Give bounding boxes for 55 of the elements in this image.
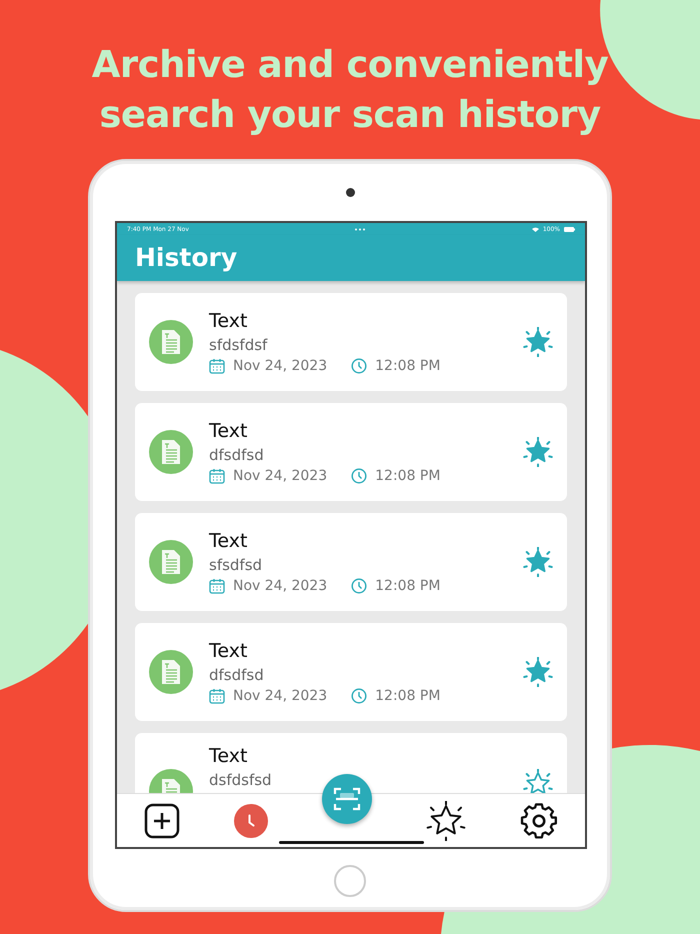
item-title: Text — [209, 308, 248, 334]
scan-icon — [333, 786, 361, 812]
headline: Archive and conveniently search your scan history — [90, 42, 610, 138]
plus-icon — [144, 802, 180, 838]
settings-tab[interactable] — [520, 802, 558, 840]
item-title: Text — [209, 638, 248, 664]
calendar-icon — [209, 688, 225, 704]
item-title: Text — [209, 744, 248, 769]
star-icon — [426, 800, 466, 840]
clock-icon — [351, 358, 368, 374]
favorite-star-icon[interactable] — [523, 547, 553, 577]
document-icon — [149, 430, 193, 474]
favorite-star-icon[interactable] — [523, 657, 553, 687]
document-icon — [149, 320, 193, 364]
date-label: Nov 24, 2023 — [233, 686, 328, 706]
history-card[interactable]: Text dfsdfsd Nov 24, 2023 12:08 PM — [135, 623, 567, 721]
history-card[interactable]: Text sfdsfdsf Nov 24, 2023 12:08 PM — [135, 293, 567, 391]
favorite-star-icon[interactable] — [523, 769, 553, 793]
settings-icon — [520, 802, 558, 840]
clock-icon — [351, 688, 368, 704]
clock-icon — [351, 578, 368, 594]
time-label: 12:08 PM — [375, 356, 440, 376]
dots-icon — [354, 228, 366, 230]
history-card[interactable]: Text sfsdfsd Nov 24, 2023 12:08 PM — [135, 513, 567, 611]
document-icon — [149, 540, 193, 584]
history-card[interactable]: Text dfsdfsd Nov 24, 2023 12:08 PM — [135, 403, 567, 501]
time-label: 12:08 PM — [375, 576, 440, 596]
favorite-star-icon[interactable] — [523, 327, 553, 357]
time-label: 12:08 PM — [375, 466, 440, 486]
item-content: sfsdfsd — [209, 554, 264, 576]
calendar-icon — [209, 578, 225, 594]
calendar-icon — [209, 358, 225, 374]
item-content: dsfdsfsd — [209, 770, 273, 791]
date-label: Nov 24, 2023 — [233, 466, 328, 486]
calendar-icon — [209, 468, 225, 484]
history-tab[interactable] — [234, 804, 268, 838]
camera-dot — [346, 188, 354, 197]
favorite-star-icon[interactable] — [523, 437, 553, 467]
item-content: dfsdfsd — [209, 444, 265, 466]
date-label: Nov 24, 2023 — [233, 576, 328, 596]
item-content: sfdsfdsf — [209, 334, 268, 356]
item-content: dfsdfsd — [209, 664, 265, 686]
time-label: 12:08 PM — [375, 686, 440, 706]
battery-icon — [564, 226, 575, 232]
add-button[interactable] — [144, 802, 180, 838]
wifi-icon — [532, 226, 539, 232]
date-label: Nov 24, 2023 — [233, 356, 328, 376]
document-icon — [149, 650, 193, 694]
item-title: Text — [209, 418, 248, 444]
clock-icon — [248, 814, 254, 827]
item-title: Text — [209, 528, 248, 554]
favorites-tab[interactable] — [426, 800, 466, 840]
screen-title: History — [135, 243, 238, 273]
clock-icon — [351, 468, 368, 484]
history-card[interactable]: Text dsfdsfsd — [135, 733, 567, 793]
